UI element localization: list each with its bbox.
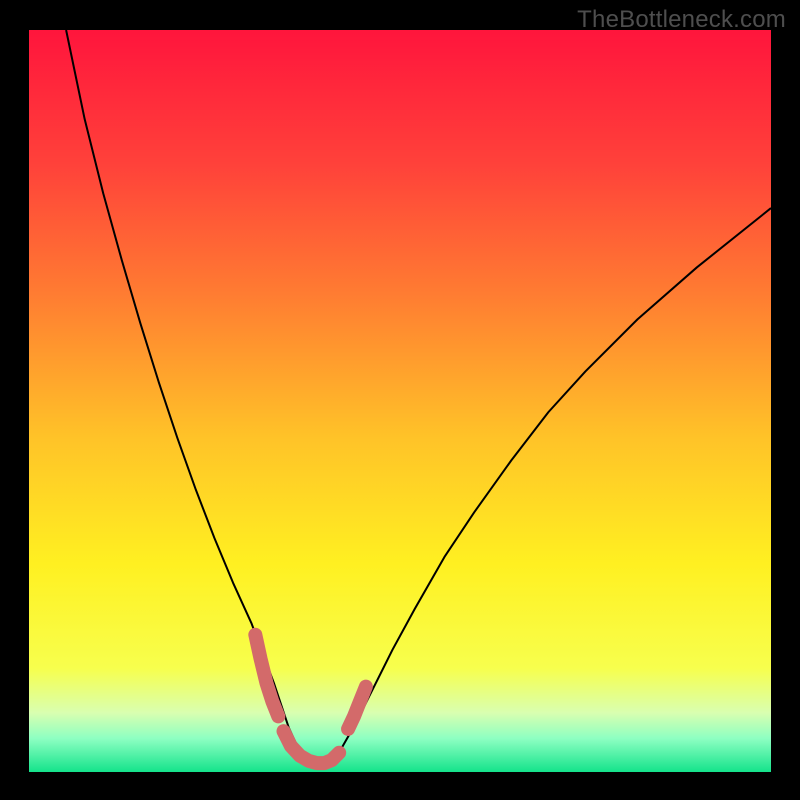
gradient-background xyxy=(29,30,771,772)
watermark-text: TheBottleneck.com xyxy=(577,6,786,34)
chart-stage: TheBottleneck.com xyxy=(0,0,800,800)
chart-svg xyxy=(0,0,800,800)
plot-group xyxy=(29,30,771,772)
